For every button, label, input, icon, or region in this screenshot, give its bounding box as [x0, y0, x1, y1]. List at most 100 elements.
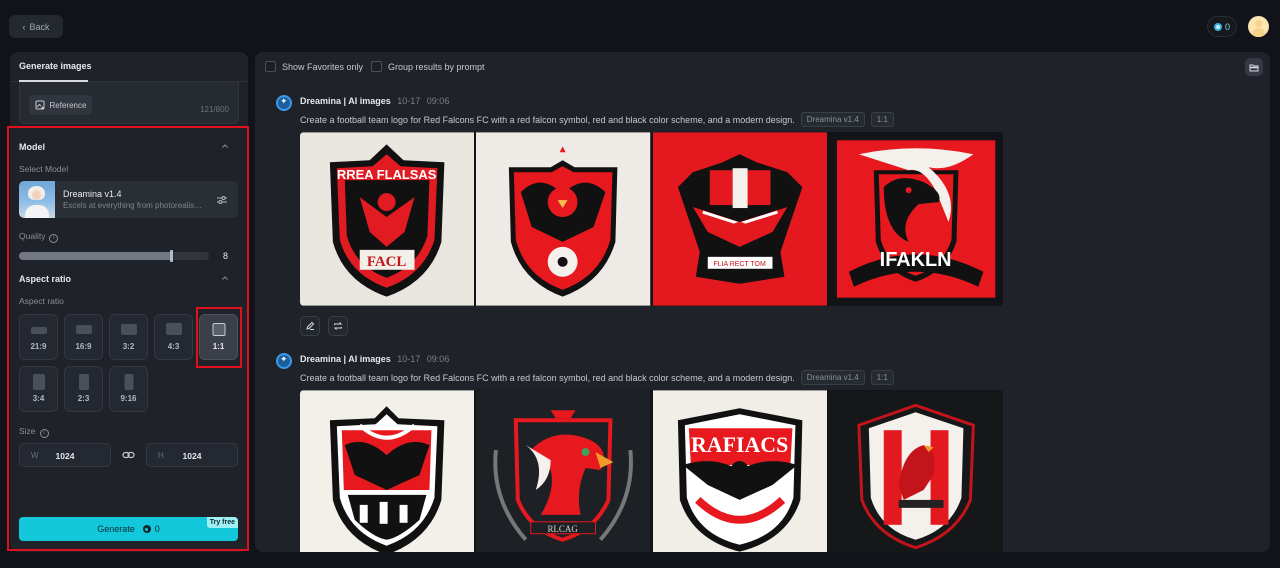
generated-image[interactable]: RLCAG	[476, 390, 651, 552]
generation-meta: Dreamina | AI images 10-17 09:06	[300, 354, 449, 364]
pencil-icon	[306, 321, 315, 330]
model-tag: Dreamina v1.4	[800, 112, 865, 127]
generation-time: 09:06	[426, 354, 450, 364]
generation-meta: Dreamina | AI images 10-17 09:06	[300, 96, 449, 106]
generated-image[interactable]: RREA FLALSAS FACL	[300, 132, 475, 306]
generation-date: 10-17	[397, 354, 421, 364]
generation-time: 09:06	[426, 96, 450, 106]
credits-count: 0	[1224, 21, 1230, 32]
generation-prompt: Create a football team logo for Red Falc…	[300, 372, 795, 383]
generation-prompt-row: Create a football team logo for Red Falc…	[300, 112, 894, 127]
ratio-2-3[interactable]: 2:3	[64, 366, 103, 412]
generation-prompt: Create a football team logo for Red Falc…	[300, 114, 795, 125]
svg-text:RLCAG: RLCAG	[548, 524, 579, 534]
svg-text:FACL: FACL	[367, 254, 407, 270]
quality-label-row: Quality i	[19, 231, 59, 243]
link-icon[interactable]	[122, 449, 135, 461]
back-button[interactable]: ‹ Back	[9, 15, 63, 38]
generated-images-row: RLCAG RAFIACS	[300, 390, 1003, 552]
checkbox-box[interactable]	[371, 61, 382, 72]
quality-value: 8	[223, 251, 229, 261]
checkbox-box[interactable]	[265, 61, 276, 72]
ratio-tag: 1:1	[870, 370, 894, 385]
ratio-3-4[interactable]: 3:4	[19, 366, 58, 412]
chevron-up-icon[interactable]	[221, 142, 229, 150]
ratio-16-9[interactable]: 16:9	[64, 314, 103, 360]
dreamina-bot-icon	[276, 95, 292, 111]
svg-text:RAFIACS: RAFIACS	[690, 432, 787, 457]
svg-text:FLIA RECT TOM: FLIA RECT TOM	[713, 261, 765, 268]
prompt-input[interactable]: Reference 121/800	[19, 82, 239, 124]
generated-image[interactable]	[476, 132, 651, 306]
info-icon[interactable]: i	[49, 234, 59, 243]
width-input[interactable]: W 1024	[19, 443, 111, 467]
credit-coin-icon	[142, 525, 151, 533]
image-reference-icon	[35, 100, 45, 110]
generated-images-row: RREA FLALSAS FACL FLIA RECT TOM IFAKLN	[300, 132, 1003, 306]
height-input[interactable]: H 1024	[146, 443, 238, 467]
edit-button[interactable]	[300, 316, 320, 336]
panel-tabs: Generate images	[10, 52, 248, 82]
ratio-3-2[interactable]: 3:2	[109, 314, 148, 360]
try-free-badge: Try free	[206, 517, 238, 528]
ratio-tag: 1:1	[870, 112, 894, 127]
svg-text:RREA FLALSAS: RREA FLALSAS	[337, 167, 437, 182]
user-avatar[interactable]	[1248, 16, 1269, 37]
sliders-icon[interactable]	[216, 194, 228, 206]
quality-label: Quality	[19, 231, 46, 241]
info-icon[interactable]: i	[39, 429, 49, 438]
reference-label: Reference	[49, 100, 87, 110]
model-selector[interactable]: Dreamina v1.4 Excels at everything from …	[19, 181, 238, 218]
width-value: 1024	[55, 451, 75, 461]
aspect-ratio-label: Aspect ratio	[19, 296, 64, 306]
model-description: Excels at everything from photorealism t…	[63, 201, 208, 210]
generated-image[interactable]: FLIA RECT TOM	[652, 132, 827, 306]
tab-generate-images[interactable]: Generate images	[19, 61, 92, 71]
model-thumbnail	[19, 181, 55, 218]
generation-prompt-row: Create a football team logo for Red Falc…	[300, 370, 894, 385]
chevron-left-icon: ‹	[22, 21, 26, 32]
model-section-title: Model	[19, 142, 45, 152]
generated-image[interactable]: RAFIACS	[652, 390, 827, 552]
repeat-icon	[333, 322, 343, 330]
generation-source: Dreamina | AI images	[300, 96, 391, 106]
aspect-section-title: Aspect ratio	[19, 274, 72, 284]
height-value: 1024	[182, 451, 202, 461]
show-favorites-label: Show Favorites only	[282, 61, 364, 72]
select-model-label: Select Model	[19, 164, 69, 174]
size-label-row: Size i	[19, 426, 49, 438]
ratio-1-1[interactable]: 1:1	[199, 314, 238, 360]
char-count: 121/800	[200, 105, 229, 114]
dreamina-bot-icon	[276, 353, 292, 369]
credits-badge[interactable]: 0	[1207, 16, 1237, 37]
quality-slider-handle[interactable]	[170, 250, 173, 262]
generated-image[interactable]: IFAKLN	[828, 132, 1003, 306]
quality-slider[interactable]	[19, 250, 209, 262]
generation-date: 10-17	[397, 96, 421, 106]
generate-label: Generate	[97, 524, 135, 534]
generated-image[interactable]	[300, 390, 475, 552]
show-favorites-checkbox[interactable]: Show Favorites only	[265, 61, 363, 72]
chevron-up-icon[interactable]	[221, 274, 229, 282]
model-name: Dreamina v1.4	[63, 189, 122, 199]
generate-cost: 0	[154, 524, 160, 534]
reference-button[interactable]: Reference	[29, 95, 92, 115]
group-by-prompt-checkbox[interactable]: Group results by prompt	[371, 61, 485, 72]
ratio-9-16[interactable]: 9:16	[109, 366, 148, 412]
ratio-21-9[interactable]: 21:9	[19, 314, 58, 360]
quality-slider-fill	[19, 252, 171, 260]
ratio-4-3[interactable]: 4:3	[154, 314, 193, 360]
size-label: Size	[19, 426, 36, 436]
svg-text:IFAKLN: IFAKLN	[879, 249, 951, 271]
credit-coin-icon	[1213, 22, 1222, 31]
generated-image[interactable]	[828, 390, 1003, 552]
regenerate-button[interactable]	[328, 316, 348, 336]
group-by-prompt-label: Group results by prompt	[388, 61, 485, 72]
model-tag: Dreamina v1.4	[800, 370, 865, 385]
folder-button[interactable]	[1245, 58, 1263, 76]
generate-button[interactable]: Generate 0 Try free	[19, 517, 238, 541]
folder-icon	[1249, 64, 1259, 71]
results-panel: Show Favorites only Group results by pro…	[255, 52, 1270, 552]
generation-source: Dreamina | AI images	[300, 354, 391, 364]
back-label: Back	[29, 21, 50, 32]
